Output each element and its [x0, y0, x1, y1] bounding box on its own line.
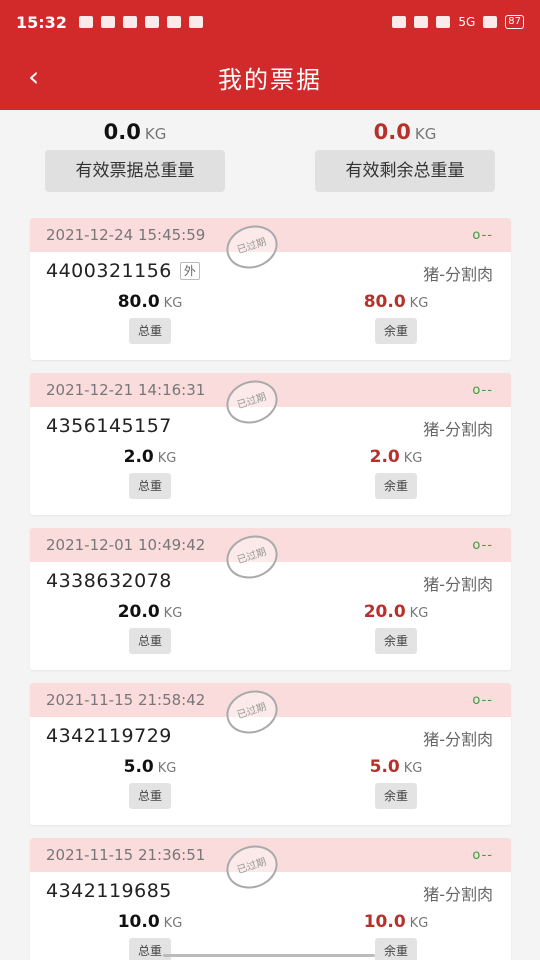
ticket-date: 2021-11-15 21:36:51 [46, 846, 206, 864]
ticket-card[interactable]: 2021-12-21 14:16:31 o-- 已过期 4356145157 猪… [30, 373, 511, 515]
ticket-date: 2021-12-21 14:16:31 [46, 381, 206, 399]
product-type: 猪-分割肉 [423, 575, 493, 594]
origin-tag: 外 [179, 262, 200, 280]
total-weight-label: 总重 [129, 628, 171, 654]
ticket-card[interactable]: 2021-11-15 21:36:51 o-- 已过期 4342119685 猪… [30, 838, 511, 960]
alarm-icon [392, 16, 407, 28]
status-mark-icon: o-- [472, 693, 493, 708]
notification-icon [78, 16, 93, 28]
remaining-weight-value: 2.0 KG [369, 447, 423, 467]
status-mark-icon: o-- [472, 228, 493, 243]
ticket-card-header: 2021-12-21 14:16:31 o-- 已过期 [30, 373, 511, 431]
weights-row: 5.0 KG 总重 5.0 KG 余重 [30, 755, 511, 815]
ticket-info-row: 4338632078 猪-分割肉 [30, 562, 511, 600]
remaining-total-block: 0.0 KG 有效剩余总重量 [315, 120, 495, 192]
valid-total-button[interactable]: 有效票据总重量 [45, 150, 225, 192]
total-weight-label: 总重 [129, 783, 171, 809]
remaining-weight-block: 10.0 KG 余重 [336, 912, 456, 960]
remaining-weight-label: 余重 [375, 473, 417, 499]
mail-icon [122, 16, 137, 28]
wifi-icon [483, 16, 498, 28]
remaining-weight-value: 10.0 KG [363, 912, 429, 932]
remaining-weight-block: 20.0 KG 余重 [336, 602, 456, 654]
ticket-date: 2021-12-24 15:45:59 [46, 226, 206, 244]
ticket-card-header: 2021-11-15 21:36:51 o-- 已过期 [30, 838, 511, 896]
ticket-info-row: 4400321156 外 猪-分割肉 [30, 252, 511, 290]
ticket-date: 2021-11-15 21:58:42 [46, 691, 206, 709]
product-type: 猪-分割肉 [423, 420, 493, 439]
status-bar: 15:32 5G 87 [0, 0, 540, 44]
ticket-card-header: 2021-11-15 21:58:42 o-- 已过期 [30, 683, 511, 741]
weights-row: 80.0 KG 总重 80.0 KG 余重 [30, 290, 511, 350]
send-icon [166, 16, 181, 28]
chevron-left-icon[interactable]: ‹ [28, 62, 58, 92]
ticket-number: 4342119729 [46, 725, 172, 747]
network-label: 5G [458, 15, 476, 29]
remaining-weight-label: 余重 [375, 938, 417, 960]
ticket-number: 4356145157 [46, 415, 172, 437]
total-weight-value: 20.0 KG [117, 602, 183, 622]
page-title: 我的票据 [218, 65, 322, 94]
remaining-total-value: 0.0 KG [373, 120, 437, 144]
weights-row: 2.0 KG 总重 2.0 KG 余重 [30, 445, 511, 505]
remaining-weight-label: 余重 [375, 318, 417, 344]
remaining-weight-label: 余重 [375, 783, 417, 809]
ticket-number: 4342119685 [46, 880, 172, 902]
total-weight-value: 2.0 KG [123, 447, 177, 467]
battery-icon: 87 [505, 15, 524, 29]
total-weight-label: 总重 [129, 473, 171, 499]
remaining-weight-label: 余重 [375, 628, 417, 654]
total-weight-value: 10.0 KG [117, 912, 183, 932]
remaining-weight-block: 5.0 KG 余重 [336, 757, 456, 809]
product-type: 猪-分割肉 [423, 730, 493, 749]
total-weight-block: 2.0 KG 总重 [90, 447, 210, 499]
total-weight-value: 80.0 KG [117, 292, 183, 312]
summary-panel: 0.0 KG 有效票据总重量 0.0 KG 有效剩余总重量 [0, 110, 540, 208]
status-mark-icon: o-- [472, 848, 493, 863]
app-bar: ‹ 我的票据 [0, 44, 540, 110]
signal-icon [436, 16, 451, 28]
notification-icon [100, 16, 115, 28]
weights-row: 20.0 KG 总重 20.0 KG 余重 [30, 600, 511, 660]
status-right: 5G 87 [392, 15, 524, 29]
remaining-weight-block: 2.0 KG 余重 [336, 447, 456, 499]
total-weight-block: 80.0 KG 总重 [90, 292, 210, 344]
remaining-weight-value: 5.0 KG [369, 757, 423, 777]
status-mark-icon: o-- [472, 538, 493, 553]
ticket-info-row: 4342119685 猪-分割肉 [30, 872, 511, 910]
ticket-number: 4400321156 [46, 260, 172, 282]
remaining-weight-value: 80.0 KG [363, 292, 429, 312]
product-type: 猪-分割肉 [423, 885, 493, 904]
valid-total-value: 0.0 KG [103, 120, 167, 144]
weights-row: 10.0 KG 总重 10.0 KG 余重 [30, 910, 511, 960]
ticket-card[interactable]: 2021-11-15 21:58:42 o-- 已过期 4342119729 猪… [30, 683, 511, 825]
scroll-indicator [163, 954, 375, 957]
ticket-card[interactable]: 2021-12-01 10:49:42 o-- 已过期 4338632078 猪… [30, 528, 511, 670]
product-type: 猪-分割肉 [423, 265, 493, 284]
remaining-weight-block: 80.0 KG 余重 [336, 292, 456, 344]
heart-icon [188, 16, 203, 28]
ticket-date: 2021-12-01 10:49:42 [46, 536, 206, 554]
moon-icon [414, 16, 429, 28]
ticket-number: 4338632078 [46, 570, 172, 592]
ticket-card-header: 2021-12-01 10:49:42 o-- 已过期 [30, 528, 511, 586]
status-mark-icon: o-- [472, 383, 493, 398]
remaining-weight-value: 20.0 KG [363, 602, 429, 622]
status-time: 15:32 [16, 12, 67, 32]
total-weight-value: 5.0 KG [123, 757, 177, 777]
ticket-card[interactable]: 2021-12-24 15:45:59 o-- 已过期 4400321156 外… [30, 218, 511, 360]
total-weight-block: 5.0 KG 总重 [90, 757, 210, 809]
total-weight-block: 20.0 KG 总重 [90, 602, 210, 654]
remaining-total-button[interactable]: 有效剩余总重量 [315, 150, 495, 192]
ticket-card-header: 2021-12-24 15:45:59 o-- 已过期 [30, 218, 511, 276]
total-weight-label: 总重 [129, 318, 171, 344]
ticket-info-row: 4342119729 猪-分割肉 [30, 717, 511, 755]
ticket-info-row: 4356145157 猪-分割肉 [30, 407, 511, 445]
app-icon [144, 16, 159, 28]
total-weight-block: 10.0 KG 总重 [90, 912, 210, 960]
valid-total-block: 0.0 KG 有效票据总重量 [45, 120, 225, 192]
